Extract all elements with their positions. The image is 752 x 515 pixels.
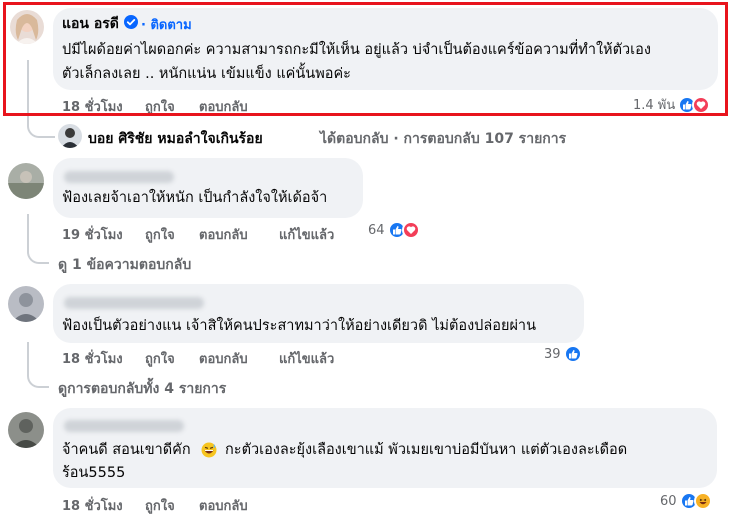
reply-button[interactable]: ตอบกลับ bbox=[199, 348, 248, 369]
reaction-summary[interactable]: 64 bbox=[368, 221, 420, 239]
grin-sweat-emoji-icon bbox=[201, 442, 217, 458]
comment-text: ฟ้องเลยจ้าเอาให้หนัก เป็นกำลังใจให้เด้อจ… bbox=[62, 190, 328, 206]
reply-button[interactable]: ตอบกลับ bbox=[199, 495, 248, 515]
comment-author[interactable] bbox=[64, 420, 184, 432]
reaction-summary[interactable]: 39 bbox=[544, 345, 582, 363]
reply-arrow-icon bbox=[44, 254, 54, 264]
reply-summary-author[interactable]: บอย ศิริชัย หมอลำใจเกินร้อย bbox=[88, 128, 263, 150]
comment-text: ร้อน5555 bbox=[62, 465, 126, 481]
avatar[interactable] bbox=[58, 124, 82, 148]
like-button[interactable]: ถูกใจ bbox=[145, 348, 175, 369]
comment-author[interactable] bbox=[64, 297, 204, 309]
edited-label: แก้ไขแล้ว bbox=[279, 352, 335, 367]
edited-label: แก้ไขแล้ว bbox=[279, 228, 335, 243]
thread-line bbox=[27, 342, 49, 388]
avatar[interactable] bbox=[8, 412, 44, 448]
reaction-summary[interactable]: 60 bbox=[660, 492, 712, 510]
highlight-box bbox=[3, 2, 728, 116]
comment-text: ฟ้องเป็นตัวอย่างแน เจ้าสิให้คนประสาทมาว่… bbox=[62, 318, 536, 334]
comment-timestamp[interactable]: 18 ชั่วโมง bbox=[62, 495, 123, 515]
comment-text: กะตัวเองละยุ้งเลืองเขาแม้ พัวเมยเขาบ่อมี… bbox=[225, 442, 628, 458]
reaction-count: 64 bbox=[368, 222, 385, 238]
comment-author[interactable] bbox=[64, 171, 174, 183]
comment-timestamp[interactable]: 18 ชั่วโมง bbox=[62, 348, 123, 369]
view-replies-link[interactable]: ดูการตอบกลับทั้ง 4 รายการ bbox=[58, 378, 226, 400]
reply-summary-text[interactable]: ได้ตอบกลับ · การตอบกลับ 107 รายการ bbox=[320, 128, 566, 150]
comment-text: จ้าคนดี สอนเขาดีคัก bbox=[62, 442, 191, 458]
avatar[interactable] bbox=[8, 286, 44, 322]
comment-timestamp[interactable]: 19 ชั่วโมง bbox=[62, 224, 123, 245]
like-button[interactable]: ถูกใจ bbox=[145, 224, 175, 245]
haha-reaction-icon bbox=[693, 492, 712, 510]
like-button[interactable]: ถูกใจ bbox=[145, 495, 175, 515]
like-reaction-icon bbox=[563, 345, 582, 363]
avatar[interactable] bbox=[8, 163, 44, 199]
love-reaction-icon bbox=[401, 221, 420, 239]
reaction-count: 39 bbox=[544, 346, 561, 362]
reply-button[interactable]: ตอบกลับ bbox=[199, 224, 248, 245]
view-replies-link[interactable]: ดู 1 ข้อความตอบกลับ bbox=[58, 254, 191, 276]
reaction-count: 60 bbox=[660, 493, 677, 509]
